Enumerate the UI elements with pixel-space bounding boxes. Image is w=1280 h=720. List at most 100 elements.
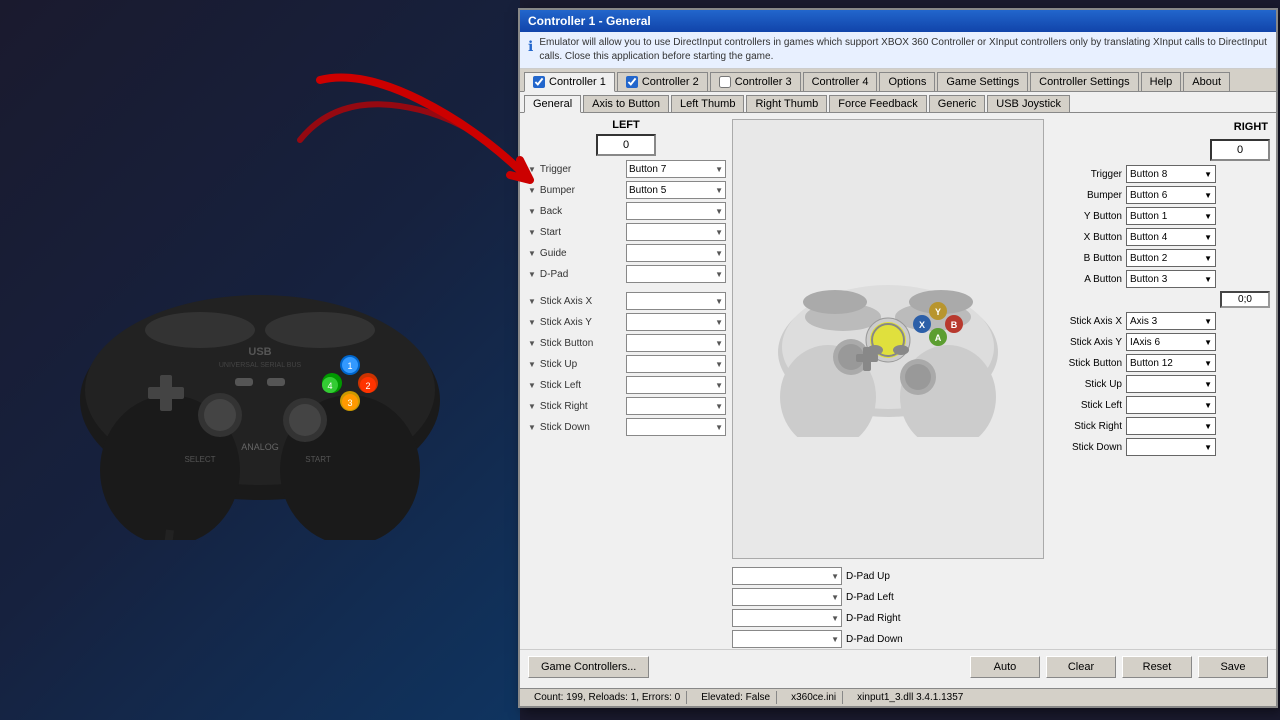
right-y-row: Y Button Button 1 ▼: [1050, 207, 1270, 225]
left-stick-left-row: ▼ Stick Left ▼: [526, 376, 726, 394]
svg-text:4: 4: [327, 381, 332, 391]
right-say-value: IAxis 6: [1130, 337, 1160, 348]
right-say-label: Stick Axis Y: [1050, 337, 1122, 348]
left-sbtn-arrow[interactable]: ▼: [526, 339, 536, 348]
left-start-arrow[interactable]: ▼: [526, 228, 536, 237]
reset-button[interactable]: Reset: [1122, 656, 1192, 678]
left-guide-row: ▼ Guide ▼: [526, 244, 726, 262]
tab-help[interactable]: Help: [1141, 72, 1182, 91]
right-sleft-row: Stick Left ▼: [1050, 396, 1270, 414]
tab-options[interactable]: Options: [879, 72, 935, 91]
right-sdown-combo[interactable]: ▼: [1126, 438, 1216, 456]
subtab-usb-joystick[interactable]: USB Joystick: [987, 95, 1070, 112]
tab-controller4[interactable]: Controller 4: [803, 72, 878, 91]
left-say-label: Stick Axis Y: [540, 317, 622, 328]
right-x-arrow: ▼: [1204, 233, 1212, 242]
right-sup-arrow: ▼: [1204, 380, 1212, 389]
left-sright-arrow[interactable]: ▼: [526, 402, 536, 411]
left-sax-combo[interactable]: ▼: [626, 292, 726, 310]
right-y-combo[interactable]: Button 1 ▼: [1126, 207, 1216, 225]
right-b-combo[interactable]: Button 2 ▼: [1126, 249, 1216, 267]
right-a-value: Button 3: [1130, 274, 1167, 285]
dpad-right-label: D-Pad Right: [846, 613, 916, 624]
tab-game-settings[interactable]: Game Settings: [937, 72, 1028, 91]
game-controllers-button[interactable]: Game Controllers...: [528, 656, 649, 678]
dpad-down-row: ▼ D-Pad Down: [732, 630, 1044, 648]
right-sright-combo[interactable]: ▼: [1126, 417, 1216, 435]
dpad-left-left-combo[interactable]: ▼: [732, 588, 842, 606]
content-area: LEFT 0 ▼ Trigger Button 7 ▼ ▼ Bumper B: [520, 113, 1276, 654]
right-sleft-combo[interactable]: ▼: [1126, 396, 1216, 414]
dpad-down-left-combo[interactable]: ▼: [732, 630, 842, 648]
left-guide-arrow[interactable]: ▼: [526, 249, 536, 258]
left-back-combo[interactable]: ▼: [626, 202, 726, 220]
svg-text:3: 3: [347, 398, 352, 408]
left-guide-combo-arrow: ▼: [713, 249, 723, 258]
clear-button[interactable]: Clear: [1046, 656, 1116, 678]
subtab-left-thumb[interactable]: Left Thumb: [671, 95, 744, 112]
left-trigger-combo[interactable]: Button 7 ▼: [626, 160, 726, 178]
right-sright-arrow: ▼: [1204, 422, 1212, 431]
left-sdown-arrow[interactable]: ▼: [526, 423, 536, 432]
right-sup-combo[interactable]: ▼: [1126, 375, 1216, 393]
left-stick-up-row: ▼ Stick Up ▼: [526, 355, 726, 373]
right-bumper-row: Bumper Button 6 ▼: [1050, 186, 1270, 204]
left-say-combo-arrow: ▼: [713, 318, 723, 327]
tab-controller2[interactable]: Controller 2: [617, 72, 708, 91]
right-trigger-combo[interactable]: Button 8 ▼: [1126, 165, 1216, 183]
right-x-combo[interactable]: Button 4 ▼: [1126, 228, 1216, 246]
left-start-label: Start: [540, 227, 622, 238]
left-trigger-arrow[interactable]: ▼: [526, 165, 536, 174]
left-sup-arrow[interactable]: ▼: [526, 360, 536, 369]
right-sax-arrow: ▼: [1204, 317, 1212, 326]
left-sdown-combo[interactable]: ▼: [626, 418, 726, 436]
auto-button[interactable]: Auto: [970, 656, 1040, 678]
controller3-checkbox[interactable]: [719, 76, 731, 88]
left-say-combo[interactable]: ▼: [626, 313, 726, 331]
status-count: Count: 199, Reloads: 1, Errors: 0: [528, 691, 687, 704]
left-sbtn-combo[interactable]: ▼: [626, 334, 726, 352]
right-say-combo[interactable]: IAxis 6 ▼: [1126, 333, 1216, 351]
left-sdown-combo-arrow: ▼: [713, 423, 723, 432]
save-button[interactable]: Save: [1198, 656, 1268, 678]
dpad-right-left-combo[interactable]: ▼: [732, 609, 842, 627]
controller1-checkbox[interactable]: [533, 76, 545, 88]
left-back-arrow[interactable]: ▼: [526, 207, 536, 216]
left-sleft-combo[interactable]: ▼: [626, 376, 726, 394]
right-bumper-value: Button 6: [1130, 190, 1167, 201]
dpad-up-left-combo[interactable]: ▼: [732, 567, 842, 585]
subtab-force-feedback[interactable]: Force Feedback: [829, 95, 926, 112]
left-bumper-arrow[interactable]: ▼: [526, 186, 536, 195]
tab-controller-settings[interactable]: Controller Settings: [1030, 72, 1139, 91]
right-a-combo[interactable]: Button 3 ▼: [1126, 270, 1216, 288]
tab-controller1[interactable]: Controller 1: [524, 72, 615, 92]
left-sright-combo[interactable]: ▼: [626, 397, 726, 415]
right-coord-box: 0;0: [1220, 291, 1270, 308]
subtab-right-thumb[interactable]: Right Thumb: [746, 95, 827, 112]
right-y-value: Button 1: [1130, 211, 1167, 222]
left-sax-arrow[interactable]: ▼: [526, 297, 536, 306]
left-sleft-label: Stick Left: [540, 380, 622, 391]
left-sbtn-combo-arrow: ▼: [713, 339, 723, 348]
tab-controller3[interactable]: Controller 3: [710, 72, 801, 91]
left-guide-combo[interactable]: ▼: [626, 244, 726, 262]
left-dpad-combo[interactable]: ▼: [626, 265, 726, 283]
subtab-generic[interactable]: Generic: [929, 95, 986, 112]
left-sax-label: Stick Axis X: [540, 296, 622, 307]
left-dpad-arrow[interactable]: ▼: [526, 270, 536, 279]
subtab-general[interactable]: General: [524, 95, 581, 113]
tab-about[interactable]: About: [1183, 72, 1230, 91]
right-sax-combo[interactable]: Axis 3 ▼: [1126, 312, 1216, 330]
subtab-axis-to-button[interactable]: Axis to Button: [583, 95, 669, 112]
right-sbtn-combo[interactable]: Button 12 ▼: [1126, 354, 1216, 372]
left-sleft-arrow[interactable]: ▼: [526, 381, 536, 390]
left-bumper-combo[interactable]: Button 5 ▼: [626, 181, 726, 199]
left-say-arrow[interactable]: ▼: [526, 318, 536, 327]
right-trigger-row: Trigger Button 8 ▼: [1050, 165, 1270, 183]
right-bumper-combo[interactable]: Button 6 ▼: [1126, 186, 1216, 204]
left-sup-combo[interactable]: ▼: [626, 355, 726, 373]
left-start-combo[interactable]: ▼: [626, 223, 726, 241]
left-trigger-value-text: Button 7: [629, 164, 666, 175]
dpad-right-row: ▼ D-Pad Right: [732, 609, 1044, 627]
controller2-checkbox[interactable]: [626, 76, 638, 88]
